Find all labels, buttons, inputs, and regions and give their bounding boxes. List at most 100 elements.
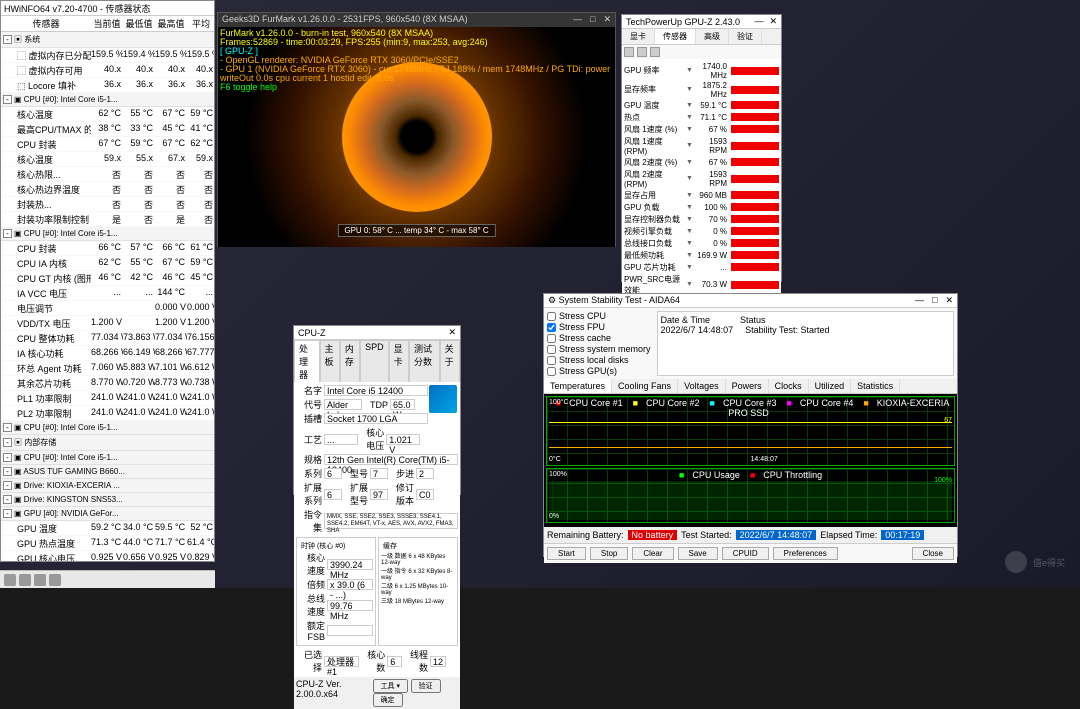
- stress-cpu-check[interactable]: Stress CPU: [547, 311, 651, 321]
- chevron-down-icon[interactable]: ▼: [686, 175, 692, 182]
- gpuz-tab-sensors[interactable]: 传感器: [655, 29, 696, 44]
- gpuz-sensor-row[interactable]: 风扇 2速度 (%)▼67 %: [624, 156, 779, 168]
- chevron-down-icon[interactable]: ▼: [686, 204, 692, 211]
- gpuz-sensor-row[interactable]: GPU 温度▼59.1 °C: [624, 99, 779, 111]
- chevron-down-icon[interactable]: ▼: [686, 86, 692, 93]
- stress-fpu-check[interactable]: Stress FPU: [547, 322, 651, 332]
- chevron-down-icon[interactable]: ▼: [686, 264, 692, 271]
- minimize-icon[interactable]: —: [573, 14, 582, 26]
- cpuz-tab-about[interactable]: 关于: [440, 340, 460, 382]
- gpuz-tab-verify[interactable]: 验证: [729, 29, 762, 44]
- gpuz-sensor-row[interactable]: GPU 芯片功耗▼...: [624, 261, 779, 273]
- chevron-down-icon[interactable]: ▼: [686, 240, 692, 247]
- expand-icon[interactable]: -: [3, 423, 12, 432]
- chevron-down-icon[interactable]: ▼: [686, 228, 692, 235]
- cpuz-tab-spd[interactable]: SPD: [360, 340, 389, 382]
- hw-sensor-row[interactable]: CPU 封装66 °C57 °C66 °C61 °C: [1, 241, 214, 256]
- stress-gpu-check[interactable]: Stress GPU(s): [547, 366, 651, 376]
- stress-mem-check[interactable]: Stress system memory: [547, 344, 651, 354]
- stress-cache-check[interactable]: Stress cache: [547, 333, 651, 343]
- chevron-down-icon[interactable]: ▼: [686, 102, 692, 109]
- cpuz-tab-bench[interactable]: 测试分数: [409, 340, 440, 382]
- gpuz-sensor-row[interactable]: 风扇 2速度 (RPM)▼1593 RPM: [624, 168, 779, 189]
- cpuz-verify-button[interactable]: 验证: [411, 679, 441, 693]
- expand-icon[interactable]: -: [3, 95, 12, 104]
- aida-tab-stats[interactable]: Statistics: [851, 379, 900, 393]
- hw-section[interactable]: - ▣ GPU [#0]: NVIDIA GeFor...: [1, 507, 214, 521]
- gpuz-sensor-row[interactable]: 最低频功耗▼169.9 W: [624, 249, 779, 261]
- hw-sensor-row[interactable]: 其余芯片功耗8.770 W0.720 W8.773 W0.738 W: [1, 376, 214, 391]
- chevron-down-icon[interactable]: ▼: [686, 126, 692, 133]
- menu-icon[interactable]: [637, 47, 647, 57]
- hw-sensor-row[interactable]: ⬚ Locore 填补36.x36.x36.x36.x: [1, 78, 214, 93]
- hw-section[interactable]: - ▣ CPU [#0]: Intel Core i5-1...: [1, 421, 214, 435]
- gpuz-sensor-row[interactable]: GPU 频率▼1740.0 MHz: [624, 61, 779, 80]
- hw-section[interactable]: - ▣ CPU [#0]: Intel Core i5-1...: [1, 227, 214, 241]
- hw-sensor-row[interactable]: 封装功率限制控制是否是否: [1, 212, 214, 227]
- hw-section[interactable]: - ▣ Drive: KINGSTON SNS53...: [1, 493, 214, 507]
- aida-tab-volt[interactable]: Voltages: [678, 379, 726, 393]
- hw-sensor-row[interactable]: 电压调节0.000 V0.000 V: [1, 301, 214, 316]
- gpuz-tab-card[interactable]: 显卡: [622, 29, 655, 44]
- aida-start-button[interactable]: Start: [547, 547, 586, 560]
- aida-tab-fans[interactable]: Cooling Fans: [612, 379, 678, 393]
- aida-tab-power[interactable]: Powers: [726, 379, 769, 393]
- chevron-down-icon[interactable]: ▼: [686, 142, 692, 149]
- aida-tab-temps[interactable]: Temperatures: [544, 379, 612, 393]
- hw-sensor-row[interactable]: ⬚ 虚拟内存可用40.x40.x40.x40.x: [1, 63, 214, 78]
- hw-section[interactable]: - ▣ ASUS TUF GAMING B660...: [1, 465, 214, 479]
- hw-section[interactable]: - ▣ Drive: KIOXIA-EXCERIA ...: [1, 479, 214, 493]
- gpuz-sensor-row[interactable]: 显存控制器负载▼70 %: [624, 213, 779, 225]
- camera-icon[interactable]: [624, 47, 634, 57]
- close-icon[interactable]: ✕: [769, 16, 777, 27]
- chevron-down-icon[interactable]: ▼: [686, 216, 692, 223]
- hw-sensor-row[interactable]: 封装热...否否否否: [1, 197, 214, 212]
- gpuz-sensor-row[interactable]: 风扇 1速度 (RPM)▼1593 RPM: [624, 135, 779, 156]
- hw-sensor-row[interactable]: PL1 功率限制241.0 W241.0 W241.0 W241.0 W: [1, 391, 214, 406]
- hw-sensor-row[interactable]: GPU 温度59.2 °C34.0 °C59.5 °C52 °C: [1, 521, 214, 536]
- aida-close-button[interactable]: Close: [912, 547, 954, 560]
- aida-save-button[interactable]: Save: [678, 547, 718, 560]
- hw-sensor-row[interactable]: CPU GT 内核 (图形)46 °C42 °C46 °C45 °C: [1, 271, 214, 286]
- expand-icon[interactable]: -: [3, 438, 12, 447]
- cpuz-titlebar[interactable]: CPU-Z ✕: [294, 326, 460, 340]
- gpuz-sensor-row[interactable]: 视频引擎负载▼0 %: [624, 225, 779, 237]
- hw-sensor-row[interactable]: PL2 功率限制241.0 W241.0 W241.0 W241.0 W: [1, 406, 214, 421]
- maximize-icon[interactable]: □: [932, 295, 937, 306]
- furmark-titlebar[interactable]: Geeks3D FurMark v1.26.0.0 - 2531FPS, 960…: [218, 13, 615, 27]
- hw-sensor-row[interactable]: 核心热边界温度否否否否: [1, 182, 214, 197]
- hwinfo-body[interactable]: - ▣ 系统⬚ 虚拟内存已分配159.5 %159.4 %159.5 %159.…: [1, 32, 214, 562]
- hw-section[interactable]: - ▣ 内部存储: [1, 435, 214, 451]
- cpuz-tab-cpu[interactable]: 处理器: [294, 340, 320, 382]
- hwinfo-title[interactable]: HWiNFO64 v7.20-4700 - 传感器状态: [1, 1, 214, 16]
- chevron-down-icon[interactable]: ▼: [686, 192, 692, 199]
- aida-tab-util[interactable]: Utilized: [809, 379, 852, 393]
- gpuz-tab-advanced[interactable]: 高级: [696, 29, 729, 44]
- hw-sensor-row[interactable]: IA 核心功耗68.266 W66.149 W68.266 W67.777 W: [1, 346, 214, 361]
- refresh-icon[interactable]: [650, 47, 660, 57]
- expand-icon[interactable]: -: [3, 495, 12, 504]
- aida-titlebar[interactable]: ⚙ System Stability Test - AIDA64 —□✕: [544, 294, 957, 308]
- aida-prefs-button[interactable]: Preferences: [773, 547, 838, 560]
- gpuz-sensor-row[interactable]: 热点▼71.1 °C: [624, 111, 779, 123]
- hw-sensor-row[interactable]: 最高CPU/TMAX 的距离38 °C33 °C45 °C41 °C: [1, 122, 214, 137]
- cpuz-ok-button[interactable]: 确定: [373, 693, 403, 707]
- maximize-icon[interactable]: □: [590, 14, 595, 26]
- hw-sensor-row[interactable]: VDD/TX 电压1.200 V1.200 V1.200 V: [1, 316, 214, 331]
- expand-icon[interactable]: -: [3, 481, 12, 490]
- chevron-down-icon[interactable]: ▼: [686, 281, 692, 288]
- close-icon[interactable]: ✕: [448, 327, 456, 338]
- chevron-down-icon[interactable]: ▼: [686, 67, 692, 74]
- expand-icon[interactable]: -: [3, 467, 12, 476]
- gpuz-titlebar[interactable]: TechPowerUp GPU-Z 2.43.0 —✕: [622, 15, 781, 29]
- hw-section[interactable]: - ▣ CPU [#0]: Intel Core i5-1...: [1, 93, 214, 107]
- gpuz-sensor-row[interactable]: GPU 负载▼100 %: [624, 201, 779, 213]
- aida-clear-button[interactable]: Clear: [632, 547, 673, 560]
- hw-sensor-row[interactable]: 核心热限...否否否否: [1, 167, 214, 182]
- chevron-down-icon[interactable]: ▼: [686, 252, 692, 259]
- expand-icon[interactable]: -: [3, 229, 12, 238]
- hw-sensor-row[interactable]: 环总 Agent 功耗7.060 W5.883 W7.101 W6.612 W: [1, 361, 214, 376]
- cpuz-tools-button[interactable]: 工具 ▾: [373, 679, 408, 693]
- gpuz-sensor-row[interactable]: 显存频率▼1875.2 MHz: [624, 80, 779, 99]
- hw-sensor-row[interactable]: GPU 核心电压0.925 V0.656 V0.925 V0.829 V: [1, 551, 214, 562]
